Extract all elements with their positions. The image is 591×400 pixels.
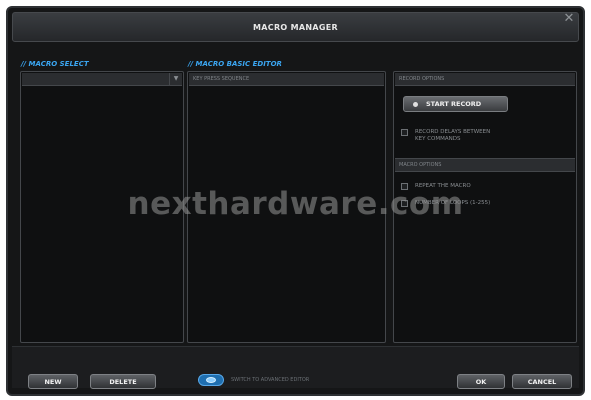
repeat-macro-checkbox[interactable] — [401, 183, 408, 190]
switch-to-advanced-editor-label: SWITCH TO ADVANCED EDITOR — [231, 377, 310, 383]
repeat-macro-label: REPEAT THE MACRO — [415, 183, 471, 189]
macro-select-header: // MACRO SELECT — [21, 60, 89, 68]
record-options-header: RECORD OPTIONS — [395, 73, 575, 86]
start-record-button[interactable]: START RECORD — [403, 96, 508, 112]
cancel-button[interactable]: CANCEL — [512, 374, 572, 389]
macro-select-panel: ▼ — [20, 71, 184, 343]
key-press-sequence-panel[interactable]: KEY PRESS SEQUENCE — [187, 71, 386, 343]
macro-basic-editor-header: // MACRO BASIC EDITOR — [188, 60, 282, 68]
window-title: MACRO MANAGER — [253, 23, 338, 32]
macro-options-header: MACRO OPTIONS — [395, 159, 575, 172]
advanced-editor-toggle[interactable] — [198, 374, 224, 386]
eye-icon — [206, 377, 216, 383]
number-of-loops-label: NUMBER OF LOOPS (1-255) — [415, 200, 491, 206]
close-icon[interactable]: ✕ — [562, 12, 576, 26]
start-record-label: START RECORD — [426, 100, 482, 108]
title-bar: MACRO MANAGER ✕ — [12, 12, 579, 42]
key-press-sequence-header: KEY PRESS SEQUENCE — [189, 73, 384, 86]
ok-button[interactable]: OK — [457, 374, 505, 389]
macro-select-dropdown[interactable]: ▼ — [22, 73, 182, 86]
macro-manager-window: MACRO MANAGER ✕ // MACRO SELECT ▼ // MAC… — [6, 6, 585, 396]
chevron-down-icon[interactable]: ▼ — [169, 73, 182, 85]
new-button[interactable]: NEW — [28, 374, 78, 389]
record-delays-label: RECORD DELAYS BETWEEN KEY COMMANDS — [415, 129, 491, 142]
number-of-loops-checkbox[interactable] — [401, 200, 408, 207]
record-delays-checkbox[interactable] — [401, 129, 408, 136]
record-icon — [413, 102, 418, 107]
options-panel: RECORD OPTIONS START RECORD RECORD DELAY… — [393, 71, 577, 343]
delete-button[interactable]: DELETE — [90, 374, 156, 389]
bottom-toolbar: NEW DELETE SWITCH TO ADVANCED EDITOR OK … — [12, 346, 579, 389]
